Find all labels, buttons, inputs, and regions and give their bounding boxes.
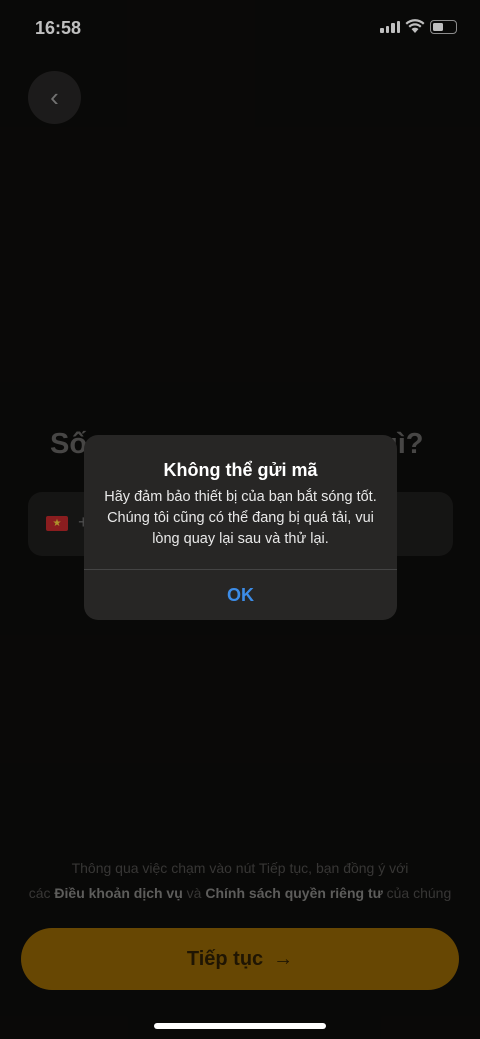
alert-title: Không thể gửi mã	[163, 460, 318, 480]
error-alert-dialog: Không thể gửi mã Hãy đảm bảo thiết bị củ…	[84, 435, 397, 620]
ok-button[interactable]: OK	[84, 570, 397, 620]
alert-message: Hãy đảm bảo thiết bị của bạn bắt sóng tố…	[104, 489, 377, 547]
home-indicator[interactable]	[154, 1023, 326, 1029]
